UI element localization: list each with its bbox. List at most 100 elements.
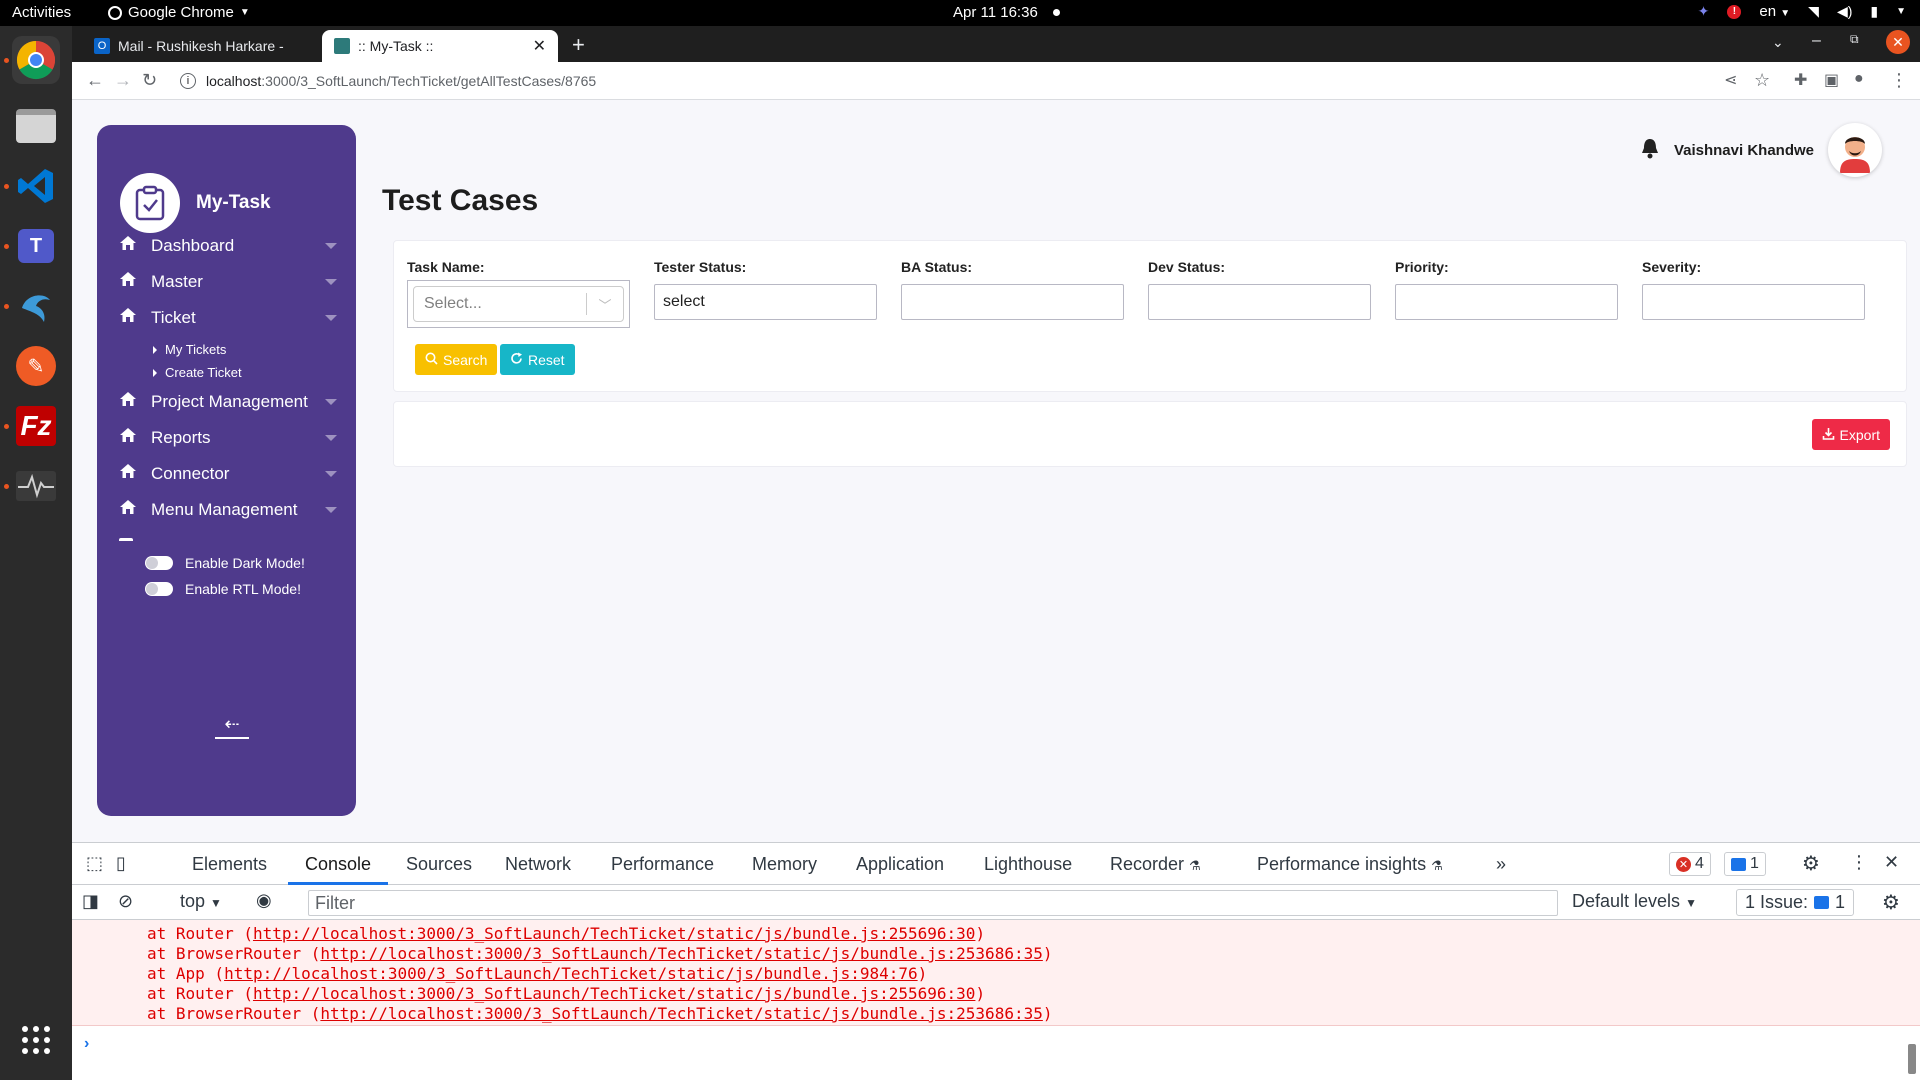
back-icon[interactable]: ← <box>86 70 104 91</box>
bookmark-star-icon[interactable]: ☆ <box>1754 70 1770 91</box>
search-button[interactable]: Search <box>415 344 498 375</box>
rtl-mode-toggle-row[interactable]: Enable RTL Mode! <box>145 581 301 597</box>
sidebar-item-menu-management[interactable]: Menu Management <box>119 499 337 520</box>
extensions-icon[interactable]: ✚ <box>1794 70 1807 90</box>
battery-icon[interactable]: ▮ <box>1870 3 1878 20</box>
volume-icon[interactable]: ◀) <box>1837 3 1852 20</box>
site-info-icon[interactable]: i <box>180 73 196 89</box>
devtools-tab-performance[interactable]: Performance <box>611 854 714 875</box>
show-apps-icon[interactable] <box>12 1016 60 1064</box>
console-filter-input[interactable]: Filter <box>308 890 1558 916</box>
device-toolbar-icon[interactable]: ▯ <box>116 853 126 874</box>
live-expression-eye-icon[interactable]: ◉ <box>256 890 272 911</box>
alert-icon[interactable]: ! <box>1727 4 1742 19</box>
sidebar-subitem-create-ticket[interactable]: Create Ticket <box>153 365 242 380</box>
sidebar-item-dashboard[interactable]: Dashboard <box>119 235 337 256</box>
ba-status-input[interactable] <box>901 284 1124 320</box>
sidebar-item-ticket[interactable]: Ticket <box>119 307 337 328</box>
system-monitor-icon[interactable] <box>12 462 60 510</box>
bell-icon[interactable] <box>1640 137 1660 164</box>
new-tab-icon[interactable]: + <box>572 32 585 58</box>
issues-button[interactable]: 1 Issue: 1 <box>1736 889 1855 916</box>
task-name-select[interactable]: Select... ﹀ <box>413 286 624 322</box>
devtools-close-icon[interactable]: ✕ <box>1884 852 1899 873</box>
console-prompt-icon[interactable]: › <box>84 1035 89 1053</box>
language-indicator[interactable]: en ▼ <box>1759 3 1790 20</box>
dev-status-input[interactable] <box>1148 284 1371 320</box>
source-link[interactable]: http://localhost:3000/3_SoftLaunch/TechT… <box>253 984 975 1003</box>
sidebar-item-master[interactable]: Master <box>119 271 337 292</box>
close-tab-icon[interactable]: ✕ <box>533 36 546 56</box>
forward-icon[interactable]: → <box>114 70 132 91</box>
minimize-window-icon[interactable]: – <box>1812 32 1821 50</box>
sidebar-item-reports[interactable]: Reports <box>119 427 337 448</box>
more-tabs-icon[interactable]: » <box>1496 854 1506 875</box>
tab-search-icon[interactable]: ⌄ <box>1772 34 1784 51</box>
system-tray[interactable]: ✦ ! en ▼ ◥ ◀) ▮ ▼ <box>1698 3 1906 20</box>
sidebar-collapse-button[interactable]: ⇠ <box>215 715 249 745</box>
share-icon[interactable]: ⋖ <box>1724 70 1737 90</box>
clear-console-icon[interactable]: ⊘ <box>118 891 133 912</box>
teams-icon[interactable]: T <box>12 222 60 270</box>
devtools-menu-icon[interactable]: ⋮ <box>1850 852 1868 873</box>
brand[interactable]: My-Task <box>120 173 271 233</box>
inspect-element-icon[interactable]: ⬚ <box>86 853 103 874</box>
console-settings-icon[interactable]: ⚙ <box>1882 890 1900 915</box>
tester-status-input[interactable]: select <box>654 284 877 320</box>
sidebar-item-connector[interactable]: Connector <box>119 463 337 484</box>
tab-mail[interactable]: O Mail - Rushikesh Harkare - <box>82 30 318 62</box>
severity-input[interactable] <box>1642 284 1865 320</box>
mysql-workbench-icon[interactable] <box>12 282 60 330</box>
sidebar-item-project-management[interactable]: Project Management <box>119 391 337 412</box>
tab-my-task[interactable]: :: My-Task :: ✕ <box>322 30 558 62</box>
power-menu-icon[interactable]: ▼ <box>1896 6 1906 17</box>
devtools-tab-sources[interactable]: Sources <box>406 854 472 875</box>
devtools-tab-network[interactable]: Network <box>505 854 571 875</box>
dark-mode-toggle-row[interactable]: Enable Dark Mode! <box>145 555 305 571</box>
message-count-badge[interactable]: 1 <box>1724 852 1766 876</box>
log-levels-dropdown[interactable]: Default levels ▼ <box>1572 891 1697 912</box>
priority-input[interactable] <box>1395 284 1618 320</box>
devtools-tab-application[interactable]: Application <box>856 854 944 875</box>
export-button[interactable]: Export <box>1811 419 1890 450</box>
devtools-tab-lighthouse[interactable]: Lighthouse <box>984 854 1072 875</box>
rtl-mode-toggle[interactable] <box>145 582 173 596</box>
devtools-settings-icon[interactable]: ⚙ <box>1802 851 1820 876</box>
close-window-icon[interactable]: ✕ <box>1886 30 1910 54</box>
user-name[interactable]: Vaishnavi Khandwe <box>1674 142 1814 159</box>
reset-button[interactable]: Reset <box>500 344 575 375</box>
app-menu[interactable]: Google Chrome ▼ <box>108 4 250 21</box>
devtools-tab-performance-insights[interactable]: Performance insights ⚗ <box>1257 854 1443 875</box>
reload-icon[interactable]: ↻ <box>142 70 157 91</box>
files-icon[interactable] <box>12 102 60 150</box>
source-link[interactable]: http://localhost:3000/3_SoftLaunch/TechT… <box>320 944 1042 963</box>
side-panel-icon[interactable]: ▣ <box>1824 70 1839 90</box>
sidebar-subitem-my-tickets[interactable]: My Tickets <box>153 342 226 357</box>
wifi-icon[interactable]: ◥ <box>1808 3 1819 20</box>
teams-tray-icon[interactable]: ✦ <box>1698 3 1710 20</box>
chrome-menu-icon[interactable]: ⋮ <box>1890 70 1908 91</box>
source-link[interactable]: http://localhost:3000/3_SoftLaunch/TechT… <box>224 964 918 983</box>
profile-icon[interactable]: ● <box>1854 70 1864 88</box>
sidebar-toggle-icon[interactable]: ◨ <box>82 891 99 912</box>
avatar[interactable] <box>1828 123 1882 177</box>
dark-mode-toggle[interactable] <box>145 556 173 570</box>
filezilla-icon[interactable]: Fz <box>12 402 60 450</box>
devtools-tab-console[interactable]: Console <box>305 854 371 875</box>
vscode-icon[interactable] <box>12 162 60 210</box>
context-selector[interactable]: top ▼ <box>180 891 222 912</box>
restore-window-icon[interactable]: ⧉ <box>1850 32 1859 47</box>
chrome-icon[interactable] <box>12 36 60 84</box>
console-scrollbar[interactable] <box>1906 920 1918 1080</box>
address-bar[interactable]: i localhost :3000/3_SoftLaunch/TechTicke… <box>180 67 1720 95</box>
error-count-badge[interactable]: ✕ 4 <box>1669 852 1711 876</box>
postman-icon[interactable]: ✎ <box>12 342 60 390</box>
activities-button[interactable]: Activities <box>12 4 71 21</box>
devtools-tab-recorder[interactable]: Recorder ⚗ <box>1110 854 1201 875</box>
source-link[interactable]: http://localhost:3000/3_SoftLaunch/TechT… <box>320 1004 1042 1023</box>
clock[interactable]: Apr 11 16:36 <box>953 4 1038 21</box>
source-link[interactable]: http://localhost:3000/3_SoftLaunch/TechT… <box>253 924 975 943</box>
scrollbar-thumb[interactable] <box>1908 1044 1916 1074</box>
devtools-tab-elements[interactable]: Elements <box>192 854 267 875</box>
devtools-tab-memory[interactable]: Memory <box>752 854 817 875</box>
